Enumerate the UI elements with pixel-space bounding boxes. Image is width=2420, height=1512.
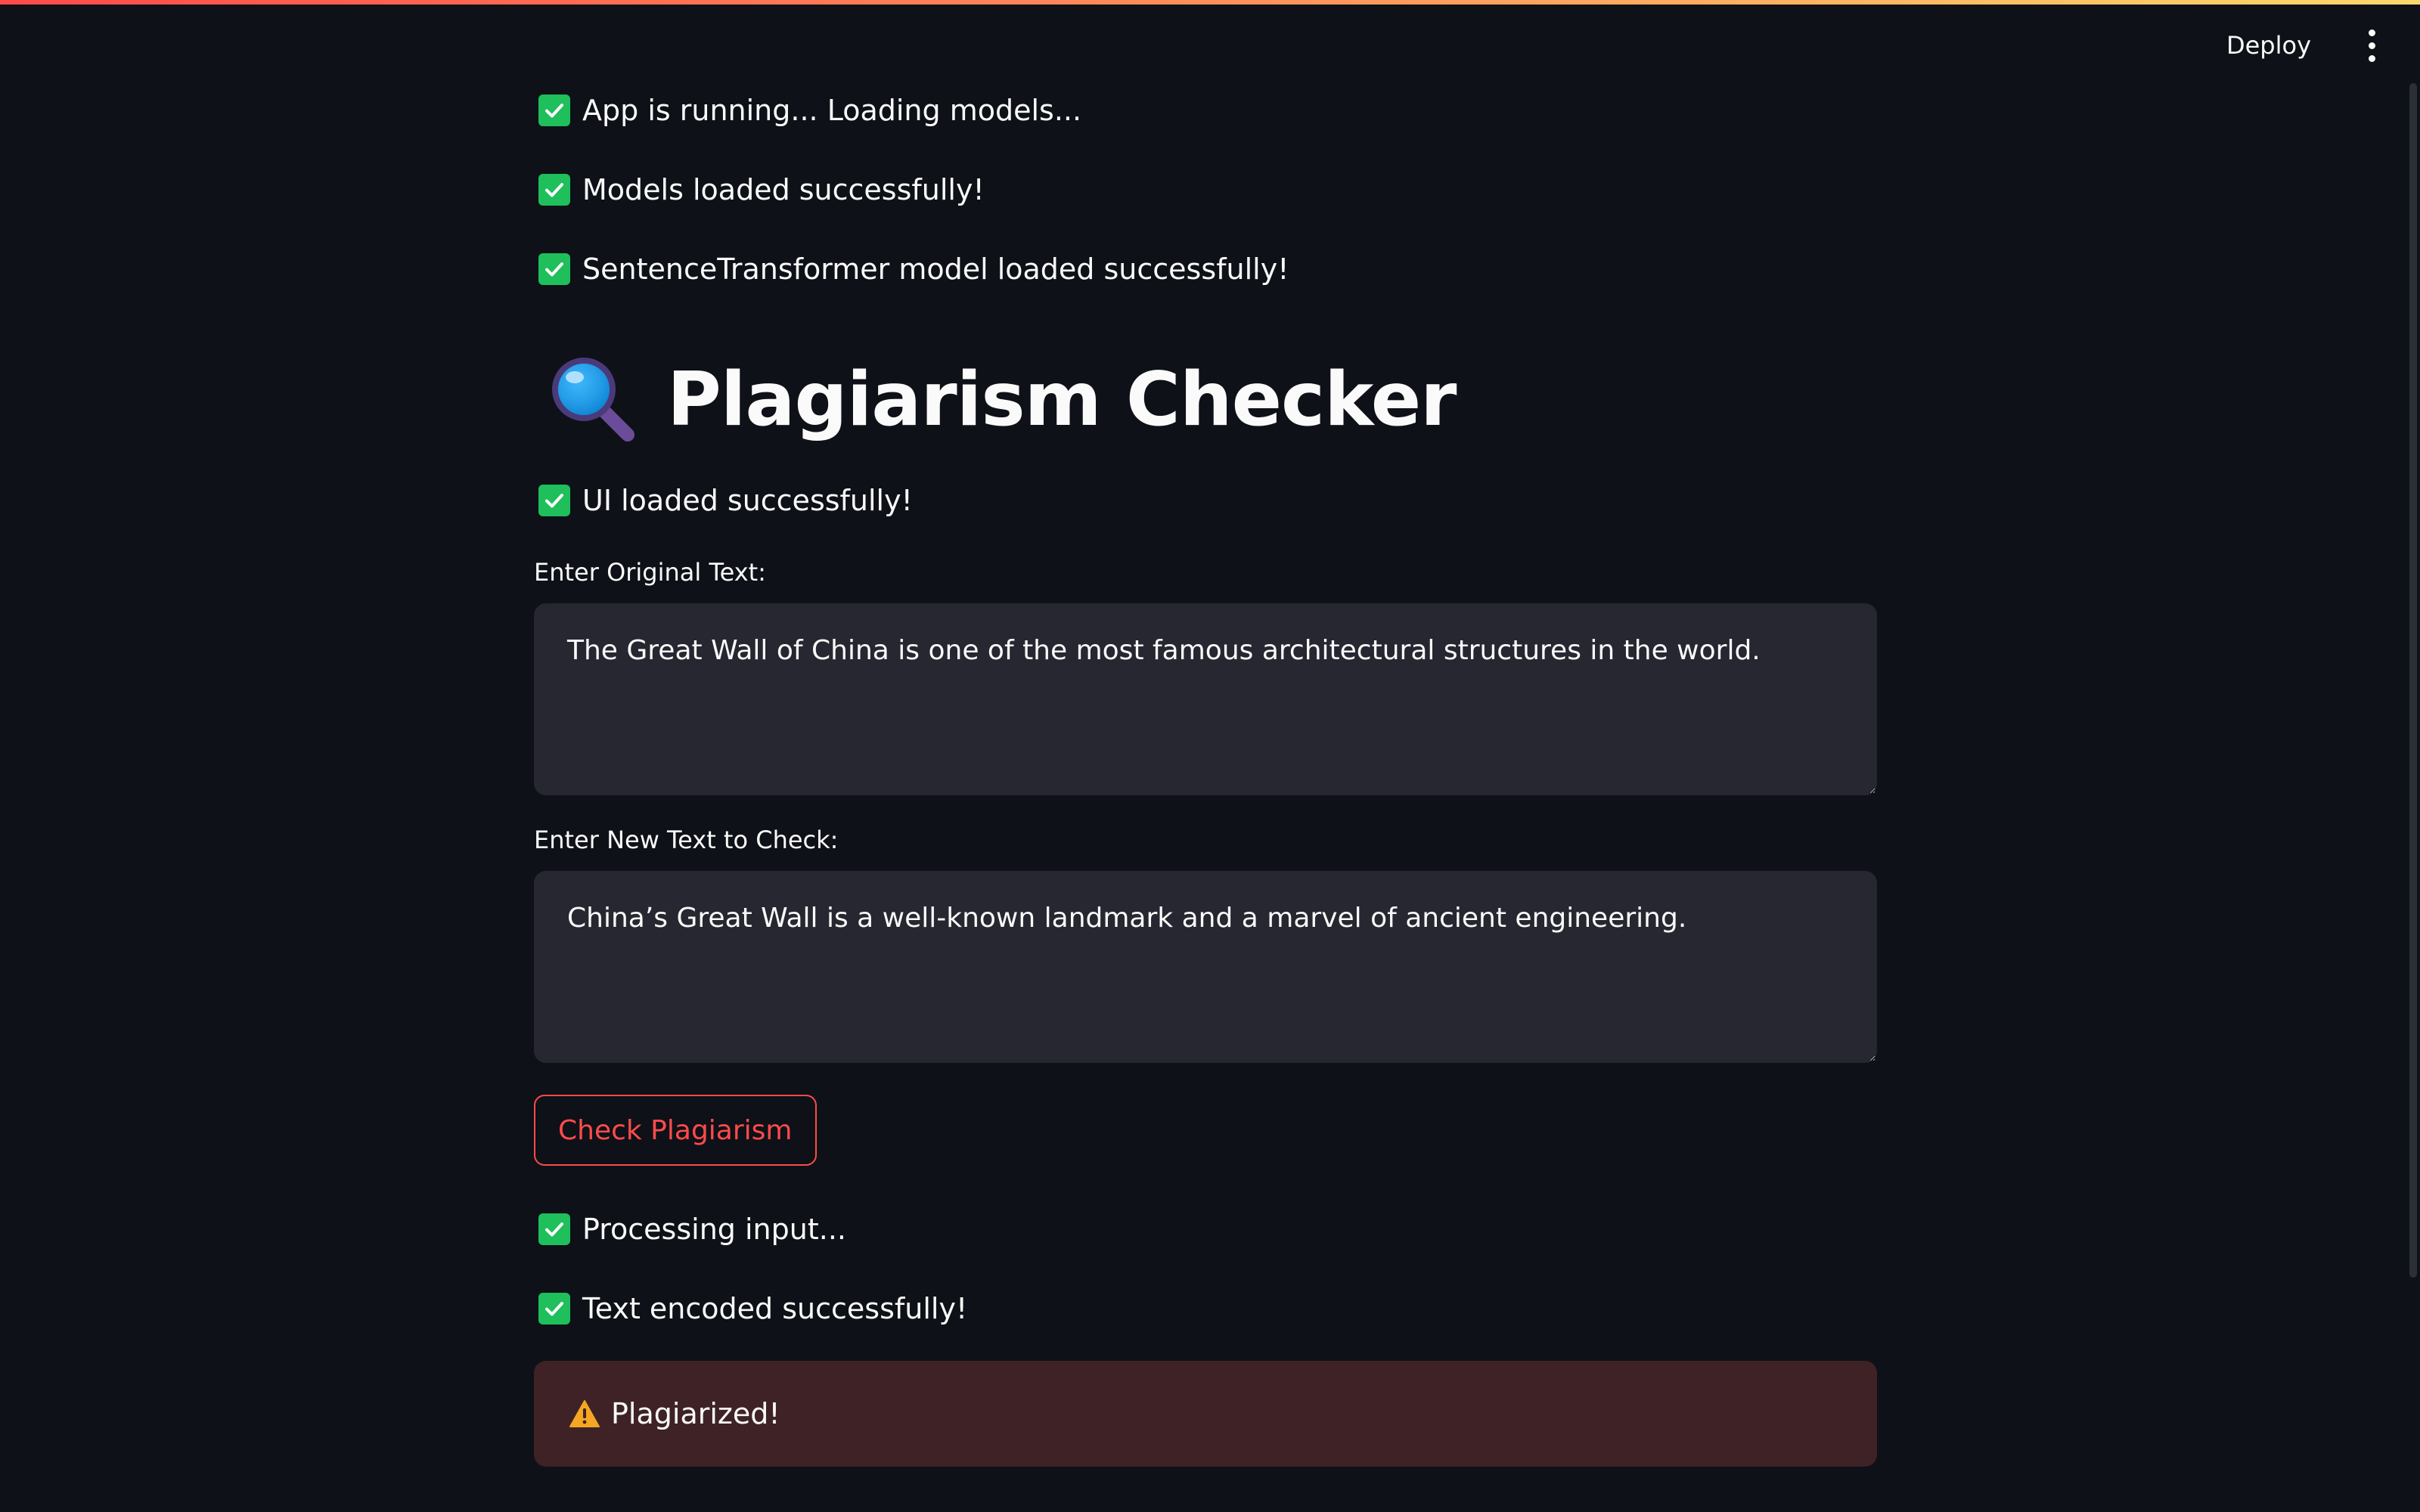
status-message: App is running... Loading models... bbox=[534, 83, 1877, 138]
status-text: App is running... Loading models... bbox=[582, 94, 1082, 127]
status-message: Processing input... bbox=[534, 1202, 1877, 1256]
check-icon bbox=[538, 253, 570, 285]
app-toolbar: Deploy bbox=[2208, 5, 2420, 86]
scrollbar[interactable] bbox=[2406, 83, 2420, 1512]
status-message: UI loaded successfully! bbox=[534, 473, 1877, 528]
check-icon bbox=[538, 1213, 570, 1245]
check-icon bbox=[538, 1293, 570, 1325]
deploy-button[interactable]: Deploy bbox=[2208, 23, 2329, 67]
main-content: App is running... Loading models... Mode… bbox=[534, 83, 1877, 1467]
check-icon bbox=[538, 174, 570, 206]
page-title: Plagiarism Checker bbox=[667, 357, 1457, 443]
status-text: UI loaded successfully! bbox=[582, 484, 913, 517]
new-text-input[interactable]: China’s Great Wall is a well-known landm… bbox=[534, 871, 1877, 1063]
header-decoration-bar bbox=[0, 0, 2420, 5]
status-text: Models loaded successfully! bbox=[582, 173, 985, 206]
status-message: Text encoded successfully! bbox=[534, 1281, 1877, 1336]
result-text: Plagiarized! bbox=[611, 1397, 780, 1430]
warning-icon bbox=[569, 1399, 600, 1429]
magnifying-glass-icon bbox=[541, 347, 647, 453]
processing-status-group: Processing input... Text encoded success… bbox=[534, 1202, 1877, 1336]
check-icon bbox=[538, 94, 570, 126]
new-text-label: Enter New Text to Check: bbox=[534, 826, 839, 854]
original-text-label: Enter Original Text: bbox=[534, 558, 766, 587]
more-vertical-icon[interactable] bbox=[2356, 23, 2387, 68]
status-text: Text encoded successfully! bbox=[582, 1292, 968, 1325]
plagiarism-result-alert: Plagiarized! bbox=[534, 1361, 1877, 1467]
status-text: SentenceTransformer model loaded success… bbox=[582, 253, 1289, 286]
status-text: Processing input... bbox=[582, 1213, 846, 1246]
check-icon bbox=[538, 485, 570, 516]
status-message: Models loaded successfully! bbox=[534, 163, 1877, 217]
check-plagiarism-button[interactable]: Check Plagiarism bbox=[534, 1095, 817, 1166]
status-message: SentenceTransformer model loaded success… bbox=[534, 242, 1877, 296]
original-text-input[interactable]: The Great Wall of China is one of the mo… bbox=[534, 603, 1877, 795]
scrollbar-thumb[interactable] bbox=[2409, 83, 2417, 1278]
page-header: Plagiarism Checker bbox=[534, 336, 1877, 464]
